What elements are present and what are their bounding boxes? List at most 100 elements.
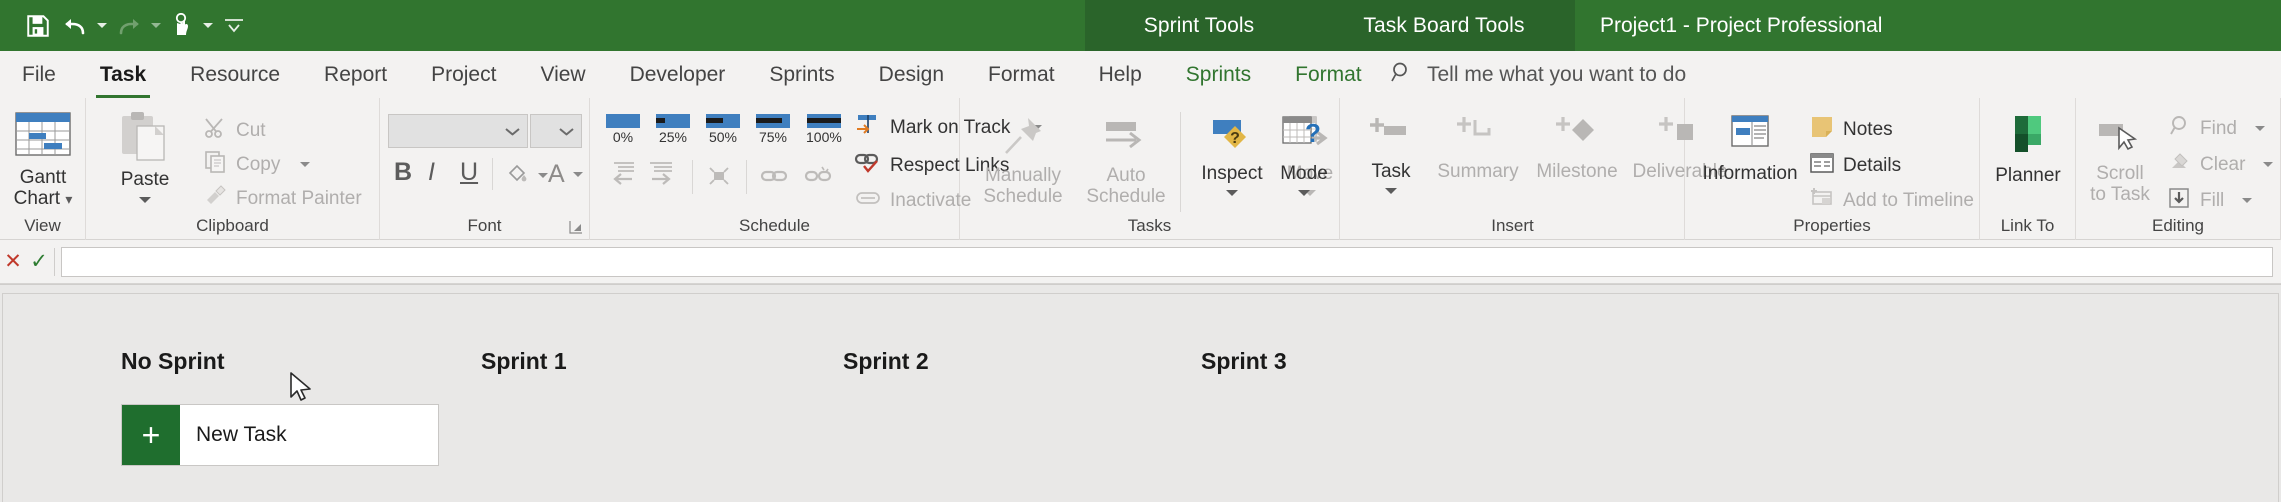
tab-view[interactable]: View — [518, 51, 607, 98]
inactivate-button[interactable]: Inactivate — [854, 188, 971, 213]
insert-summary-button[interactable]: Summary — [1429, 112, 1527, 182]
ribbon-group-link-to: Planner Link To — [1980, 98, 2076, 240]
percent-complete-50-button[interactable]: 50% — [706, 114, 740, 145]
insert-task-caret-icon[interactable] — [1385, 188, 1397, 195]
notes-button[interactable]: Notes — [1809, 114, 1893, 145]
cancel-entry-icon[interactable]: ✕ — [0, 240, 26, 284]
inspect-task-label: Inspect — [1201, 163, 1263, 184]
find-button[interactable]: Find — [2168, 114, 2265, 143]
find-caret-icon[interactable] — [2254, 126, 2265, 131]
tab-task[interactable]: Task — [78, 51, 168, 98]
unlink-tasks-secondary-button[interactable] — [804, 164, 832, 193]
tab-project[interactable]: Project — [409, 51, 518, 98]
tab-developer[interactable]: Developer — [608, 51, 748, 98]
unlink-tasks-alt-icon — [706, 164, 732, 193]
gantt-chart-label-line2: Chart ▾ — [13, 188, 73, 210]
schedule-divider-2 — [746, 160, 747, 194]
percent-complete-0-button[interactable]: 0% — [606, 114, 640, 145]
accept-entry-icon[interactable]: ✓ — [26, 240, 52, 284]
planner-label: Planner — [1995, 165, 2061, 186]
title-bar: Sprint Tools Task Board Tools Project1 -… — [0, 0, 2281, 51]
copy-button[interactable]: Copy — [204, 150, 311, 179]
add-to-timeline-label: Add to Timeline — [1843, 189, 1974, 211]
undo-dropdown-caret-icon[interactable] — [94, 7, 110, 45]
task-board-canvas[interactable]: No Sprint Sprint 1 Sprint 2 Sprint 3 + N… — [2, 293, 2279, 502]
tab-sprints[interactable]: Sprints — [747, 51, 856, 98]
insert-milestone-button[interactable]: Milestone — [1527, 112, 1627, 182]
fill-caret-icon[interactable] — [2242, 198, 2253, 203]
paste-dropdown-caret-icon[interactable] — [139, 197, 151, 204]
find-label: Find — [2200, 117, 2237, 139]
touch-mouse-mode-icon[interactable] — [164, 7, 200, 45]
scroll-to-task-button[interactable]: Scroll to Task — [2082, 116, 2158, 206]
percent-complete-label: 100% — [806, 129, 842, 145]
details-button[interactable]: Details — [1809, 150, 1901, 181]
italic-button[interactable]: I — [428, 160, 435, 185]
tab-help[interactable]: Help — [1077, 51, 1164, 98]
customize-quick-access-toolbar-icon[interactable] — [216, 7, 252, 45]
redo-icon[interactable] — [110, 7, 148, 45]
indent-task-button[interactable] — [648, 160, 678, 191]
new-task-card[interactable]: + New Task — [121, 404, 439, 466]
mark-on-track-icon — [854, 112, 882, 143]
scroll-to-task-icon — [2095, 116, 2145, 163]
task-mode-caret-icon[interactable] — [1298, 190, 1310, 197]
copy-dropdown-caret-icon[interactable] — [300, 162, 311, 167]
font-size-combo[interactable] — [530, 114, 582, 148]
gantt-chart-button[interactable]: Gantt Chart ▾ — [4, 110, 82, 210]
auto-schedule-button[interactable]: Auto Schedule — [1076, 112, 1176, 208]
clear-button[interactable]: Clear — [2168, 150, 2274, 179]
tab-format[interactable]: Format — [966, 51, 1077, 98]
undo-icon[interactable] — [56, 7, 94, 45]
planner-button[interactable]: Planner — [1988, 112, 2068, 186]
percent-complete-100-button[interactable]: 100% — [806, 114, 842, 145]
inspect-dropdown-caret-icon[interactable] — [1226, 190, 1238, 197]
percent-complete-75-button[interactable]: 75% — [756, 114, 790, 145]
unlink-tasks-button[interactable] — [706, 164, 732, 193]
tab-design[interactable]: Design — [857, 51, 966, 98]
background-color-button[interactable] — [504, 160, 548, 191]
fill-button[interactable]: Fill — [2168, 186, 2253, 215]
percent-complete-25-button[interactable]: 25% — [656, 114, 690, 145]
underline-button[interactable]: U — [460, 160, 478, 185]
cut-button[interactable]: Cut — [204, 116, 266, 145]
link-tasks-button[interactable] — [760, 164, 788, 193]
gantt-chart-icon — [12, 110, 74, 167]
fill-color-icon — [504, 160, 530, 191]
background-color-caret-icon[interactable] — [538, 173, 548, 178]
find-icon — [2168, 114, 2192, 143]
insert-task-button[interactable]: Task — [1353, 112, 1429, 195]
task-mode-button[interactable]: ? Mode — [1271, 112, 1337, 197]
save-icon[interactable] — [20, 7, 56, 45]
task-mode-label: Mode — [1280, 163, 1328, 184]
entry-bar-input[interactable] — [61, 246, 2273, 277]
bold-button[interactable]: B — [394, 160, 412, 185]
ribbon-group-clipboard: Paste Cut Copy Format Painter Clipboard — [86, 98, 380, 240]
paste-button[interactable]: Paste — [100, 110, 190, 204]
sprint-column-sprint-1: Sprint 1 — [481, 348, 567, 375]
font-color-caret-icon[interactable] — [572, 172, 583, 177]
tab-contextual-sprints[interactable]: Sprints — [1164, 51, 1273, 98]
sprint-column-sprint-3: Sprint 3 — [1201, 348, 1287, 375]
insert-summary-icon — [1453, 112, 1503, 161]
tell-me-search[interactable]: Tell me what you want to do — [1390, 51, 1686, 98]
insert-milestone-icon — [1552, 112, 1602, 161]
task-information-button[interactable]: Information — [1695, 112, 1805, 184]
font-name-combo[interactable] — [388, 114, 528, 148]
ribbon: Gantt Chart ▾ View Paste Cut Copy Format… — [0, 98, 2281, 240]
tab-resource[interactable]: Resource — [168, 51, 302, 98]
tab-report[interactable]: Report — [302, 51, 409, 98]
format-painter-button[interactable]: Format Painter — [204, 184, 362, 213]
tab-contextual-format[interactable]: Format — [1273, 51, 1384, 98]
add-to-timeline-button[interactable]: Add to Timeline — [1809, 186, 1974, 215]
outdent-task-button[interactable] — [606, 160, 636, 191]
add-task-plus-icon[interactable]: + — [122, 405, 180, 465]
group-label-properties: Properties — [1793, 216, 1871, 235]
font-color-button[interactable]: A — [548, 160, 583, 189]
clear-caret-icon[interactable] — [2263, 162, 2274, 167]
touch-mode-dropdown-caret-icon[interactable] — [200, 7, 216, 45]
tab-file[interactable]: File — [0, 51, 78, 98]
redo-dropdown-caret-icon[interactable] — [148, 7, 164, 45]
manually-schedule-button[interactable]: Manually Schedule — [970, 112, 1076, 208]
fill-down-icon — [2168, 186, 2192, 215]
